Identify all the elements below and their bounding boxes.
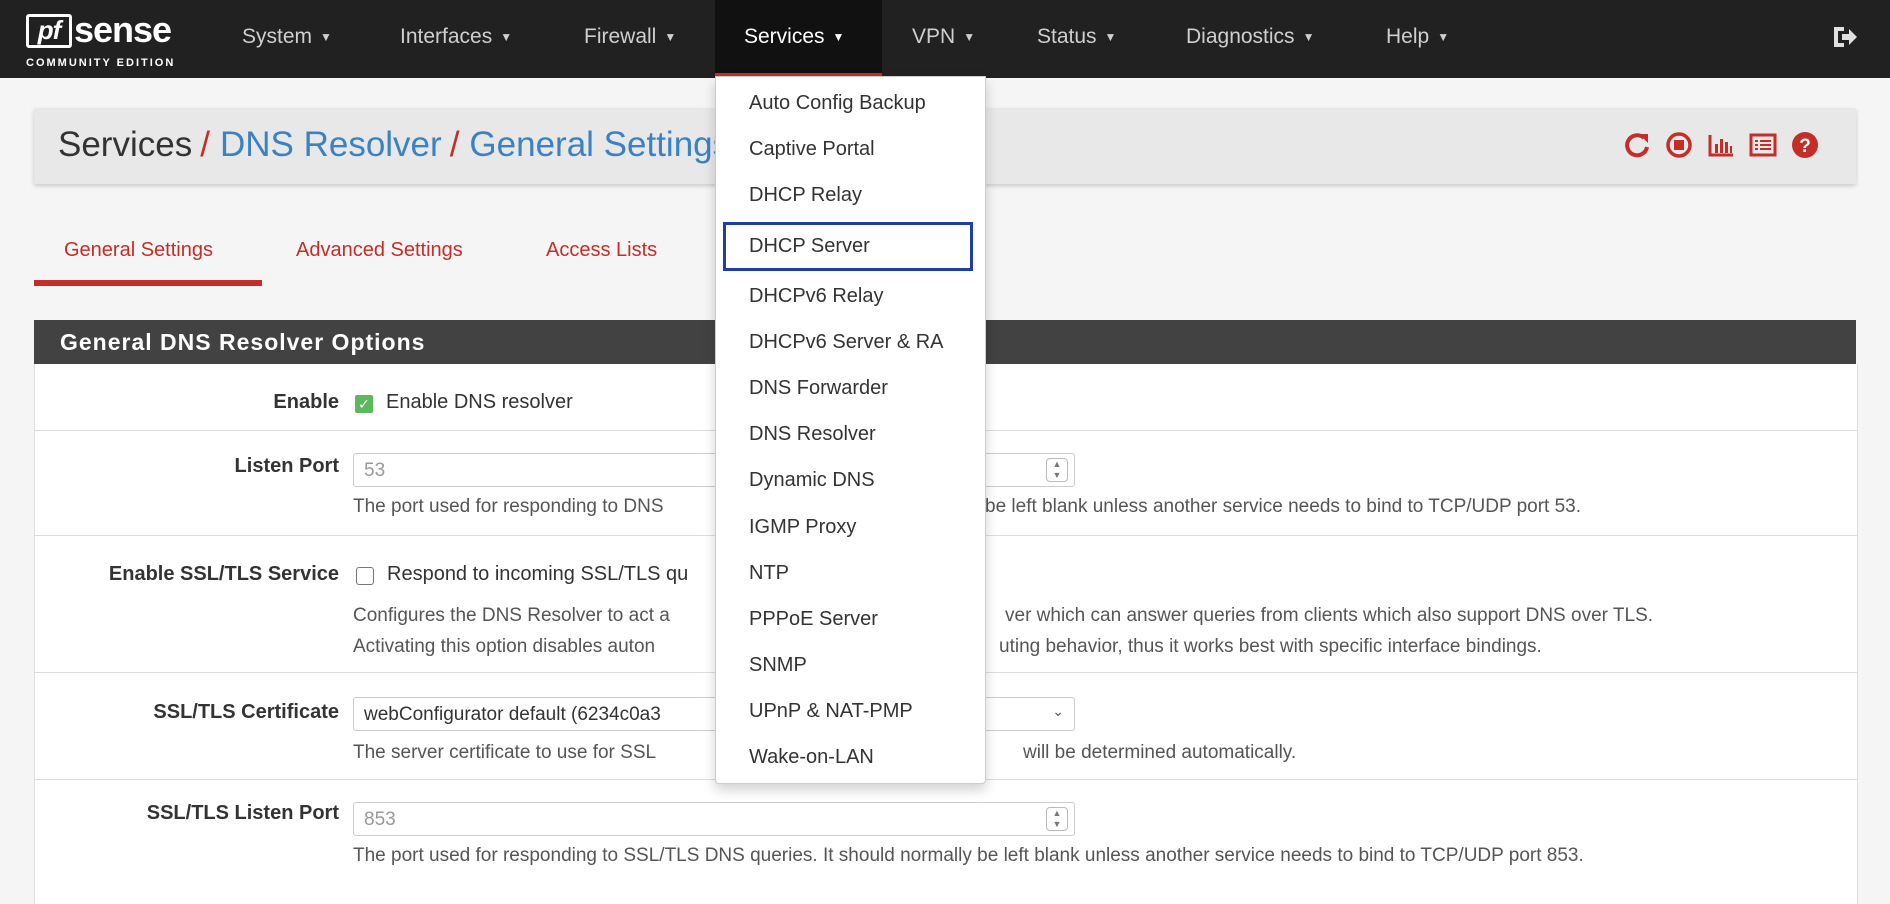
menu-item-dhcpv6-relay[interactable]: DHCPv6 Relay (716, 274, 985, 318)
help-text-right: will be determined automatically. (1023, 742, 1297, 763)
caret-down-icon: ▼ (963, 30, 976, 44)
caret-down-icon: ▼ (1104, 30, 1117, 44)
ssl-listen-port-input[interactable]: 853 ▲ ▼ (353, 802, 1075, 836)
breadcrumb-general-settings[interactable]: General Settings (469, 125, 730, 164)
nav-help-label: Help (1386, 25, 1430, 48)
help-text-right: uting behavior, thus it works best with … (999, 636, 1542, 657)
breadcrumb: Services / DNS Resolver / General Settings (58, 125, 730, 165)
chevron-down-icon: ⌄ (1052, 703, 1064, 719)
ssl-tls-checkbox[interactable] (356, 567, 374, 585)
field-label: Enable (273, 391, 339, 413)
top-navbar: pf sense COMMUNITY EDITION System ▼ Inter… (0, 0, 1890, 78)
caret-down-icon: ▼ (500, 30, 513, 44)
nav-status[interactable]: Status ▼ (1037, 0, 1116, 78)
help-text-right: ver which can answer queries from client… (1005, 605, 1654, 626)
checkbox-label: Enable DNS resolver (386, 391, 573, 413)
nav-help[interactable]: Help ▼ (1386, 0, 1449, 78)
help-text: The port used for responding to SSL/TLS … (353, 845, 1584, 866)
logo-edition: COMMUNITY EDITION (26, 57, 176, 69)
sign-out-icon[interactable] (1830, 22, 1860, 52)
form-row-ssl-tls-listen-port: SSL/TLS Listen Port 853 ▲ ▼ The port used… (35, 780, 1857, 884)
tab-general-settings[interactable]: General Settings (34, 232, 262, 286)
help-text-left: The port used for responding to DNS (353, 496, 664, 517)
chart-icon[interactable] (1706, 130, 1736, 160)
tab-access-lists[interactable]: Access Lists (546, 232, 657, 286)
nav-diagnostics[interactable]: Diagnostics ▼ (1186, 0, 1314, 78)
list-icon[interactable] (1748, 130, 1778, 160)
menu-item-wake-on-lan[interactable]: Wake-on-LAN (716, 735, 985, 779)
ssl-certificate-value: webConfigurator default (6234c0a3 (364, 704, 661, 725)
help-text-right: be left blank unless another service nee… (985, 496, 1582, 517)
breadcrumb-separator: / (449, 125, 460, 164)
help-text-left: The server certificate to use for SSL (353, 742, 657, 763)
menu-item-captive-portal[interactable]: Captive Portal (716, 127, 985, 171)
logo-pf: pf (26, 14, 72, 48)
nav-vpn[interactable]: VPN ▼ (912, 0, 975, 78)
caret-down-icon: ▼ (1302, 30, 1315, 44)
nav-status-label: Status (1037, 25, 1097, 48)
nav-firewall[interactable]: Firewall ▼ (584, 0, 676, 78)
help-text-left: Configures the DNS Resolver to act a (353, 605, 670, 626)
menu-item-dns-forwarder[interactable]: DNS Forwarder (716, 366, 985, 410)
services-dropdown-menu: Auto Config Backup Captive Portal DHCP R… (715, 76, 986, 784)
caret-down-icon: ▼ (1437, 30, 1450, 44)
field-label: SSL/TLS Listen Port (146, 802, 339, 824)
enable-dns-resolver-checkbox[interactable]: ✓ (355, 395, 373, 413)
menu-item-dynamic-dns[interactable]: Dynamic DNS (716, 458, 985, 502)
reload-icon[interactable] (1622, 130, 1652, 160)
spinner-icon[interactable]: ▲ ▼ (1046, 458, 1068, 482)
svg-text:?: ? (1799, 136, 1811, 157)
tab-advanced-settings[interactable]: Advanced Settings (296, 232, 463, 286)
menu-item-snmp[interactable]: SNMP (716, 643, 985, 687)
menu-item-dns-resolver[interactable]: DNS Resolver (716, 412, 985, 456)
pfsense-logo[interactable]: pf sense COMMUNITY EDITION (26, 8, 206, 72)
header-actions: ? (1622, 130, 1820, 162)
menu-item-dhcpv6-server-ra[interactable]: DHCPv6 Server & RA (716, 320, 985, 364)
menu-item-dhcp-relay[interactable]: DHCP Relay (716, 173, 985, 217)
checkbox-label: Respond to incoming SSL/TLS qu (387, 563, 689, 585)
nav-diagnostics-label: Diagnostics (1186, 25, 1295, 48)
breadcrumb-root: Services (58, 125, 193, 164)
ssl-listen-port-placeholder: 853 (364, 809, 396, 830)
field-label: Enable SSL/TLS Service (108, 563, 339, 585)
field-label: Listen Port (234, 455, 339, 477)
spinner-icon[interactable]: ▲ ▼ (1046, 807, 1068, 831)
listen-port-value: 53 (364, 460, 386, 481)
menu-item-auto-config-backup[interactable]: Auto Config Backup (716, 81, 985, 125)
help-text-left: Activating this option disables auton (353, 636, 656, 657)
menu-item-igmp-proxy[interactable]: IGMP Proxy (716, 505, 985, 549)
nav-system-label: System (242, 25, 313, 48)
nav-services-label: Services (744, 25, 825, 48)
menu-item-upnp-nat-pmp[interactable]: UPnP & NAT-PMP (716, 689, 985, 733)
nav-interfaces-label: Interfaces (400, 25, 493, 48)
nav-interfaces[interactable]: Interfaces ▼ (400, 0, 512, 78)
menu-item-ntp[interactable]: NTP (716, 551, 985, 595)
caret-down-icon: ▼ (832, 30, 845, 44)
help-icon[interactable]: ? (1790, 130, 1820, 160)
nav-vpn-label: VPN (912, 25, 956, 48)
caret-down-icon: ▼ (320, 30, 332, 44)
nav-firewall-label: Firewall (584, 25, 657, 48)
menu-item-pppoe-server[interactable]: PPPoE Server (716, 597, 985, 641)
stop-icon[interactable] (1664, 130, 1694, 160)
nav-system[interactable]: System ▼ (242, 0, 332, 78)
nav-services[interactable]: Services ▼ (715, 0, 882, 78)
menu-item-dhcp-server[interactable]: DHCP Server (716, 224, 985, 268)
breadcrumb-separator: / (200, 125, 210, 164)
field-label: SSL/TLS Certificate (153, 701, 339, 723)
logo-sense: sense (74, 9, 172, 50)
breadcrumb-dns-resolver[interactable]: DNS Resolver (220, 125, 442, 164)
caret-down-icon: ▼ (664, 30, 677, 44)
